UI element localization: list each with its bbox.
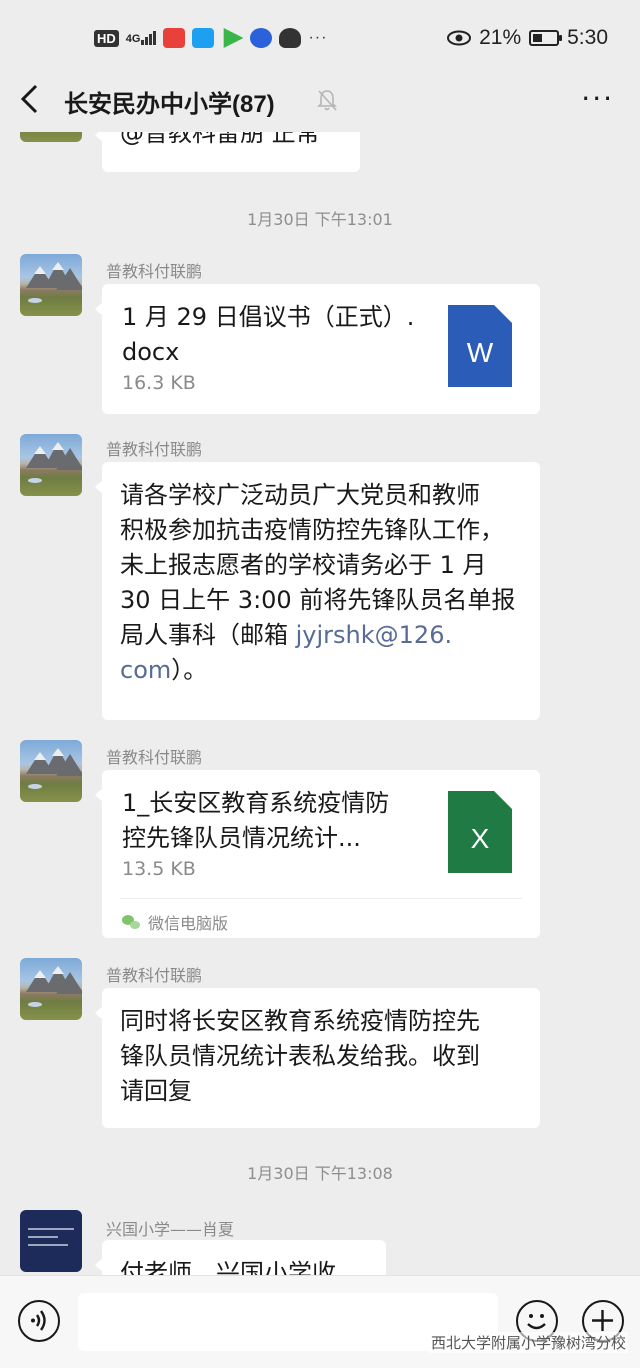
network-type: 4G <box>125 33 141 45</box>
avatar[interactable] <box>20 254 82 316</box>
sender-name: 普教科付联鹏 <box>106 440 203 459</box>
message-line: com）。 <box>120 656 208 684</box>
avatar[interactable] <box>20 434 82 496</box>
more-options-button[interactable]: ··· <box>581 84 614 114</box>
message-bubble[interactable]: 同时将长安区教育系统疫情防控先 锋队员情况统计表私发给我。收到 请回复 <box>95 988 540 1128</box>
wechat-icon <box>122 915 140 929</box>
back-button[interactable] <box>18 82 48 118</box>
file-size: 13.5 KB <box>122 858 196 880</box>
avatar[interactable] <box>20 740 82 802</box>
file-message-docx[interactable]: 1 月 29 日倡议书（正式）. docx 16.3 KB W <box>95 284 540 414</box>
qq-app-icon <box>279 28 302 48</box>
sender-name: 兴国小学——肖夏 <box>106 1220 235 1239</box>
toutiao-app-icon <box>163 28 186 48</box>
file-message-xlsx[interactable]: 1_长安区教育系统疫情防 控先锋队员情况统计... 13.5 KB X 微信电脑… <box>95 770 540 938</box>
excel-file-icon: X <box>448 791 512 873</box>
avatar[interactable] <box>20 958 82 1020</box>
sender-name: 普教科付联鹏 <box>106 262 203 281</box>
message-line: 请回复 <box>120 1077 192 1105</box>
status-bar-right: 21% 5:30 <box>447 24 608 52</box>
message-line: 锋队员情况统计表私发给我。收到 <box>120 1042 480 1070</box>
chevron-left-icon <box>20 84 38 114</box>
message-line: 同时将长安区教育系统疫情防控先 <box>120 1007 480 1035</box>
eye-icon <box>447 30 472 46</box>
message-bubble-partial[interactable]: 付老师，兴国小学收到。 <box>95 1240 386 1275</box>
file-name: 1 月 29 日倡议书（正式）. docx <box>122 303 415 366</box>
message-text: 付老师，兴国小学收到。 <box>120 1259 336 1275</box>
avatar[interactable] <box>20 1210 82 1272</box>
chat-header: 长安民办中小学(87) ··· <box>0 70 640 132</box>
message-list[interactable]: @普教科雷朋 正常 1月30日 下午13:01 普教科付联鹏 1 月 29 日倡… <box>0 132 640 1275</box>
bell-muted-icon <box>317 90 337 111</box>
avatar[interactable] <box>20 132 82 142</box>
file-name: 1_长安区教育系统疫情防 控先锋队员情况统计... <box>122 789 390 852</box>
hotspot-app-icon <box>192 28 215 48</box>
baidu-app-icon <box>250 28 273 48</box>
timestamp: 1月30日 下午13:08 <box>247 1164 393 1183</box>
message-line: 积极参加抗击疫情防控先锋队工作， <box>120 516 504 544</box>
chat-title: 长安民办中小学(87) <box>64 91 275 118</box>
message-line: 30 日上午 3:00 前将先锋队员名单报 <box>120 586 516 614</box>
email-link[interactable]: jyjrshk@126. <box>296 621 452 649</box>
clock: 5:30 <box>567 26 608 49</box>
word-file-icon: W <box>448 305 512 387</box>
battery-icon <box>529 30 563 46</box>
message-line: 请各学校广泛动员广大党员和教师 <box>120 481 480 509</box>
divider <box>120 898 522 899</box>
email-link[interactable]: com <box>120 656 171 684</box>
voice-icon <box>31 1310 46 1331</box>
play-app-icon <box>223 28 244 48</box>
watermark: 西北大学附属小学豫树湾分校 <box>428 1332 628 1353</box>
status-bar-left: HD 4G ··· <box>94 24 327 52</box>
file-source: 微信电脑版 <box>122 910 228 934</box>
signal-icon: 4G <box>126 31 157 45</box>
message-bubble[interactable]: 请各学校广泛动员广大党员和教师 积极参加抗击疫情防控先锋队工作， 未上报志愿者的… <box>95 462 540 720</box>
message-line: 未上报志愿者的学校请务必于 1 月 <box>120 551 487 579</box>
message-line: 局人事科（邮箱 jyjrshk@126. <box>120 621 453 649</box>
input-bar: 西北大学附属小学豫树湾分校 <box>0 1275 640 1368</box>
status-bar: HD 4G ··· 21% 5:30 <box>0 0 640 70</box>
timestamp: 1月30日 下午13:01 <box>247 210 393 229</box>
message-bubble-partial[interactable]: @普教科雷朋 正常 <box>95 132 360 172</box>
sender-name: 普教科付联鹏 <box>106 966 203 985</box>
message-text: @普教科雷朋 正常 <box>120 132 320 147</box>
hd-badge: HD <box>94 29 119 47</box>
file-size: 16.3 KB <box>122 372 196 394</box>
sender-name: 普教科付联鹏 <box>106 748 203 767</box>
more-notifications-icon: ··· <box>308 29 328 46</box>
voice-button[interactable] <box>18 1300 60 1342</box>
battery-percent: 21% <box>479 26 522 49</box>
